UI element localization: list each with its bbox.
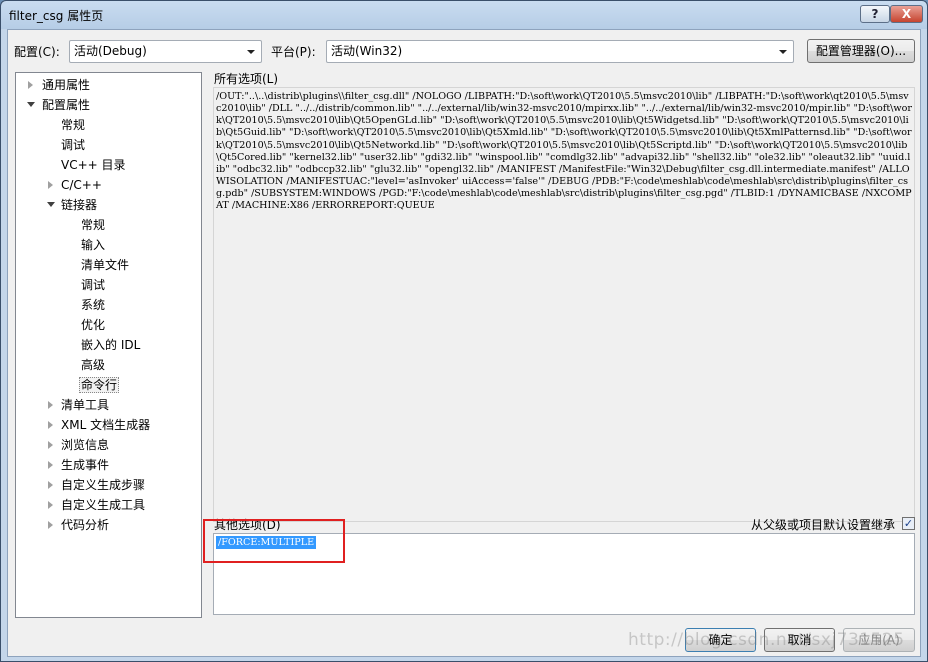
chevron-down-icon [247, 50, 255, 54]
tree-node-linker-advanced[interactable]: 高级 [81, 355, 105, 375]
platform-select[interactable]: 活动(Win32) [326, 40, 794, 63]
config-label: 配置(C): [14, 45, 60, 59]
watermark-text: http://blog.csdn.net/sxj731525 [628, 630, 905, 650]
title-bar[interactable]: filter_csg 属性页 ? X [1, 1, 927, 29]
annotation-highlight-box [203, 519, 345, 563]
tree-node-linker-manifest[interactable]: 清单文件 [81, 255, 129, 275]
tree-node-linker-general[interactable]: 常规 [81, 215, 105, 235]
tree-node-label: 通用属性 [42, 78, 91, 92]
tree-node-linker-debugging[interactable]: 调试 [81, 275, 105, 295]
tree-node-linker-optimization[interactable]: 优化 [81, 315, 105, 335]
tree-node-debugging[interactable]: 调试 [61, 135, 85, 155]
tree-node-label-selected: 命令行 [79, 377, 120, 393]
help-button[interactable]: ? [860, 5, 890, 23]
expand-arrow-icon[interactable] [48, 481, 53, 489]
tree-node-linker-embedded-idl[interactable]: 嵌入的 IDL [81, 335, 140, 355]
tree-node-label: 浏览信息 [61, 438, 110, 452]
tree-node-linker-command-line[interactable]: 命令行 [79, 375, 120, 395]
all-options-textbox[interactable]: /OUT:"..\..\distrib\plugins\\filter_csg.… [213, 87, 915, 522]
config-manager-button[interactable]: 配置管理器(O)... [807, 39, 915, 63]
tree-node-general[interactable]: 常规 [61, 115, 85, 135]
dialog-client-area: 配置(C): 活动(Debug) 平台(P): 活动(Win32) 配置管理器(… [7, 29, 921, 657]
tree-node-label: 代码分析 [61, 518, 110, 532]
all-options-label: 所有选项(L) [214, 72, 279, 86]
expand-arrow-icon[interactable] [48, 401, 53, 409]
tree-node-linker-input[interactable]: 输入 [81, 235, 105, 255]
tree-node-label: C/C++ [61, 178, 102, 192]
close-button[interactable]: X [890, 5, 923, 23]
inherit-label: 从父级或项目默认设置继承 [751, 518, 896, 532]
config-select[interactable]: 活动(Debug) [69, 40, 262, 63]
expand-arrow-icon[interactable] [48, 441, 53, 449]
tree-node-label: 生成事件 [61, 458, 110, 472]
tree-node-label: 链接器 [61, 198, 98, 212]
tree-node-label: XML 文档生成器 [61, 418, 151, 432]
collapse-arrow-icon[interactable] [27, 102, 35, 107]
config-select-value: 活动(Debug) [74, 44, 147, 58]
expand-arrow-icon[interactable] [48, 521, 53, 529]
expand-arrow-icon[interactable] [48, 181, 53, 189]
expand-arrow-icon[interactable] [48, 501, 53, 509]
expand-arrow-icon[interactable] [48, 461, 53, 469]
tree-node-label: 自定义生成步骤 [61, 478, 146, 492]
tree-node-label: 自定义生成工具 [61, 498, 146, 512]
expand-arrow-icon[interactable] [48, 421, 53, 429]
chevron-down-icon [779, 50, 787, 54]
platform-select-value: 活动(Win32) [331, 44, 403, 58]
tree-node-label: 清单工具 [61, 398, 110, 412]
expand-arrow-icon[interactable] [28, 81, 33, 89]
property-tree[interactable]: 通用属性 配置属性 常规 调试 VC++ 目录 C/C++ 链接器 常规 输入 … [15, 72, 202, 618]
properties-window: filter_csg 属性页 ? X 配置(C): 活动(Debug) 平台(P… [0, 0, 928, 662]
tree-node-linker-system[interactable]: 系统 [81, 295, 105, 315]
tree-node-vc-directories[interactable]: VC++ 目录 [61, 155, 126, 175]
platform-label: 平台(P): [271, 45, 316, 59]
collapse-arrow-icon[interactable] [47, 202, 55, 207]
tree-node-label: 配置属性 [42, 98, 91, 112]
inherit-checkbox[interactable]: ✓ [902, 517, 915, 530]
window-title: filter_csg 属性页 [9, 9, 104, 23]
